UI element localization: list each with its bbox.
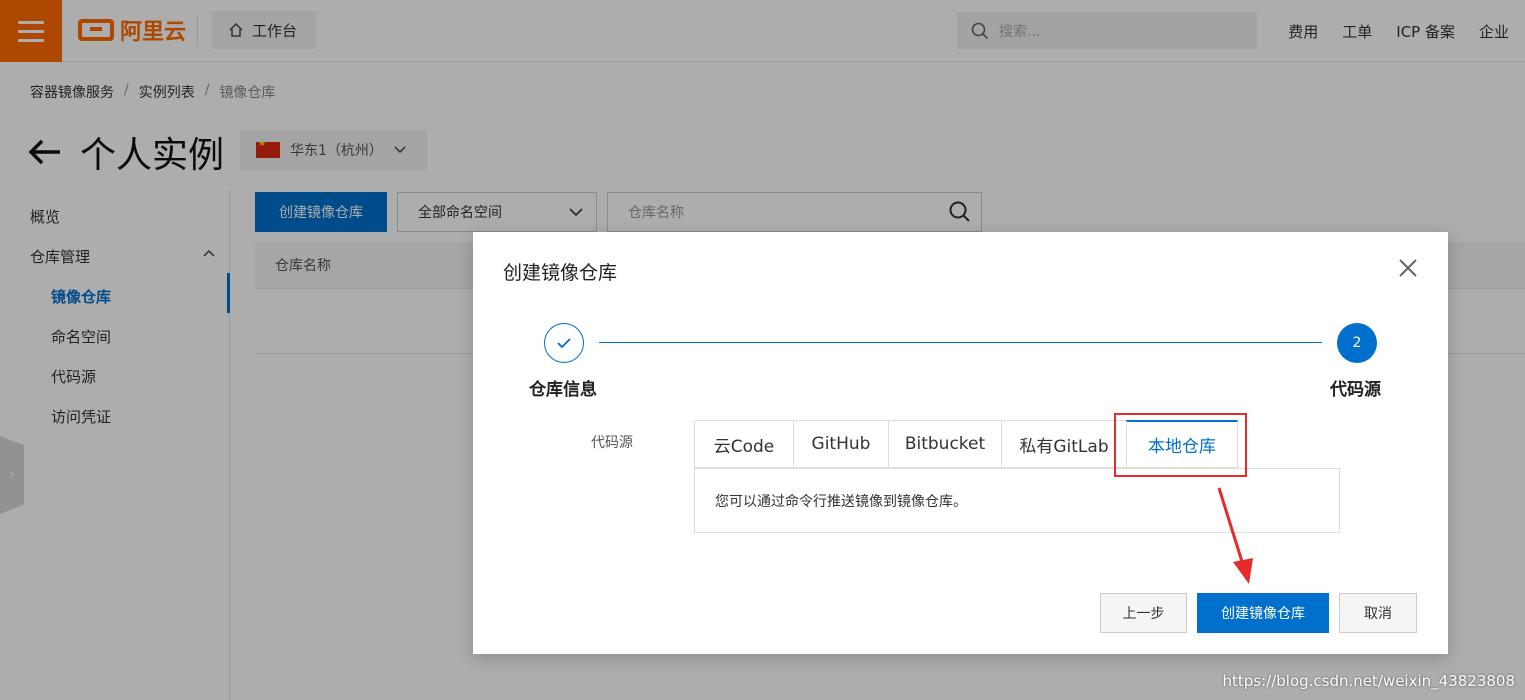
- tab-yuncode[interactable]: 云Code: [694, 420, 793, 468]
- tab-bitbucket[interactable]: Bitbucket: [888, 420, 1001, 468]
- create-repo-confirm-button[interactable]: 创建镜像仓库: [1197, 593, 1329, 633]
- tab-private-gitlab[interactable]: 私有GitLab: [1001, 420, 1126, 468]
- step-2-label: 代码源: [1330, 380, 1381, 400]
- source-field-label: 代码源: [591, 435, 633, 451]
- checkmark-icon: [557, 338, 571, 349]
- step-1-done-indicator: [544, 323, 584, 363]
- annotation-arrow-icon: [1217, 487, 1253, 584]
- close-icon[interactable]: [1398, 258, 1418, 278]
- prev-step-button[interactable]: 上一步: [1100, 593, 1187, 633]
- step-2-current-indicator: 2: [1337, 323, 1377, 363]
- create-repo-dialog: 创建镜像仓库 2 仓库信息 代码源 代码源 云Code GitHub Bitbu…: [473, 232, 1448, 654]
- dialog-title: 创建镜像仓库: [503, 262, 618, 284]
- annotation-highlight-box: [1114, 413, 1247, 477]
- cancel-button[interactable]: 取消: [1339, 593, 1417, 633]
- panel-description: 您可以通过命令行推送镜像到镜像仓库。: [715, 494, 967, 510]
- step-1-label: 仓库信息: [529, 380, 597, 400]
- step-connector: [599, 342, 1322, 343]
- tab-github[interactable]: GitHub: [793, 420, 888, 468]
- watermark: https://blog.csdn.net/weixin_43823808: [1222, 672, 1515, 690]
